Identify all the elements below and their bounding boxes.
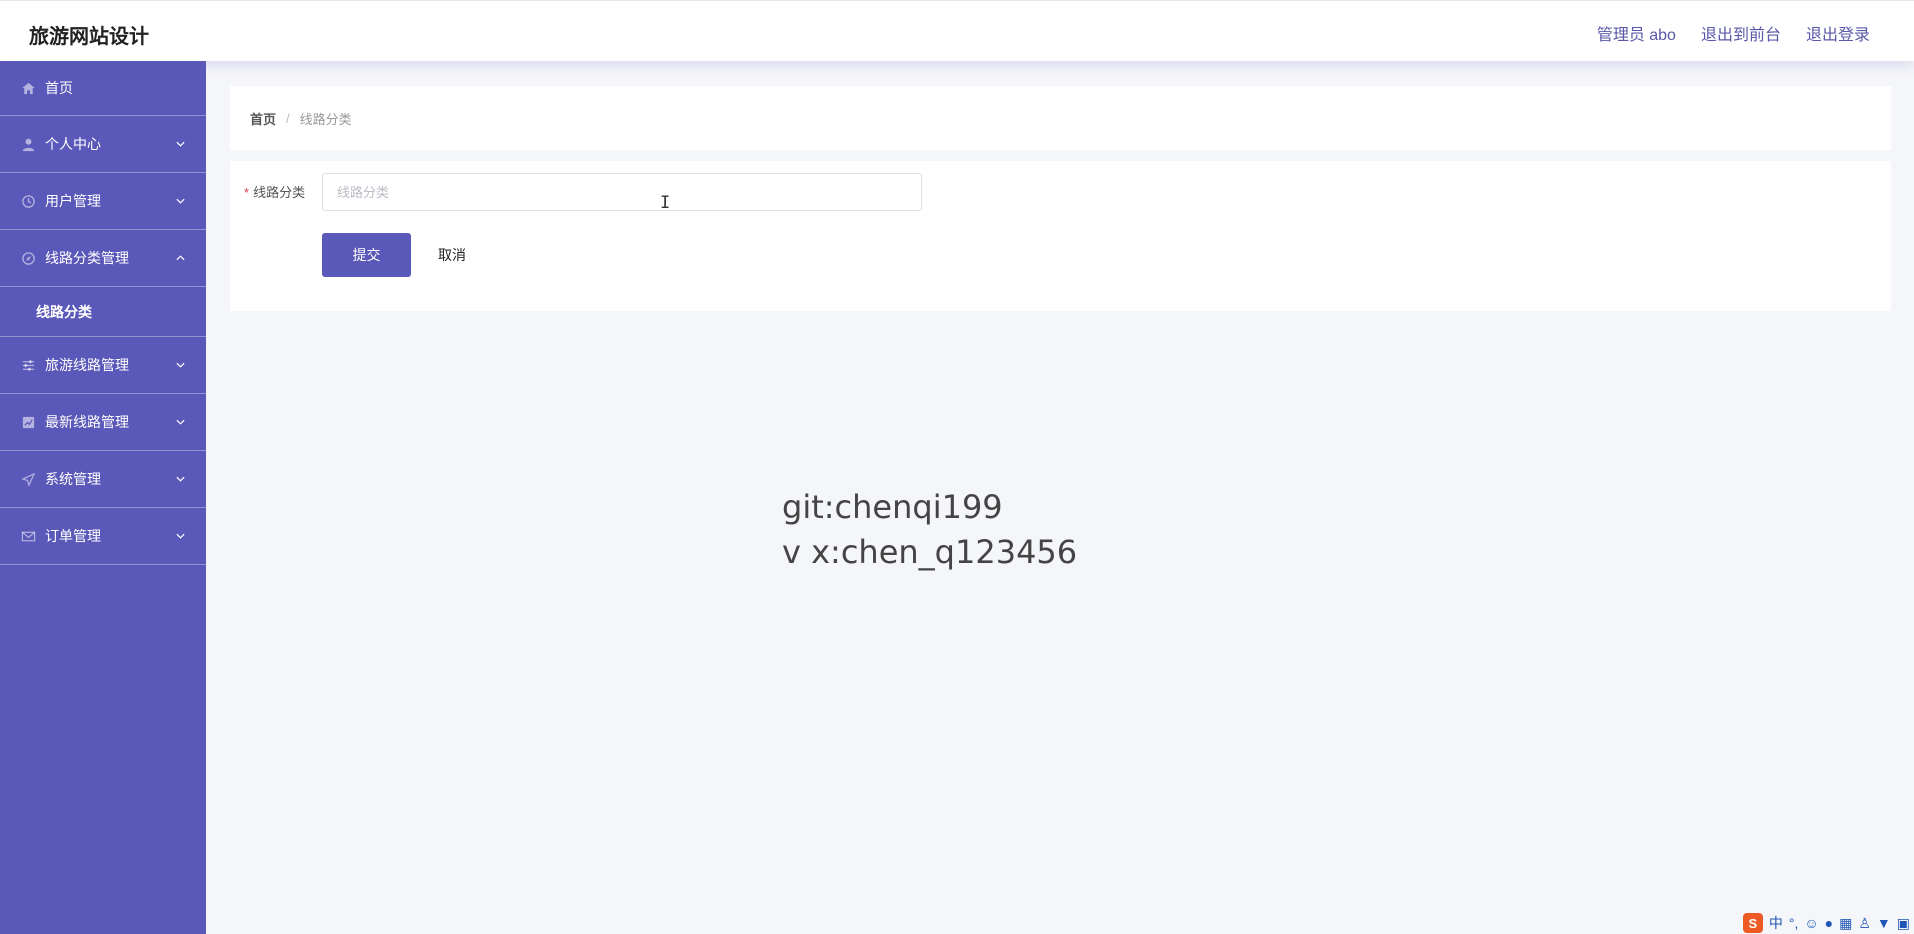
route-category-form: *线路分类 I 提交 取消: [230, 161, 1891, 311]
cancel-button[interactable]: 取消: [438, 233, 466, 277]
clock-icon: [20, 193, 36, 209]
grid-menu-icon[interactable]: ▣: [1897, 915, 1910, 932]
sidebar-item-travel-route-management[interactable]: 旅游线路管理: [0, 337, 206, 394]
sidebar-item-latest-route-management[interactable]: 最新线路管理: [0, 394, 206, 451]
route-category-input[interactable]: [322, 173, 922, 211]
chart-icon: [20, 414, 36, 430]
breadcrumb: 首页 / 线路分类: [230, 86, 1891, 150]
sidebar-item-label: 旅游线路管理: [45, 357, 129, 373]
admin-user-label[interactable]: 管理员 abo: [1597, 21, 1676, 45]
sidebar-item-user-management[interactable]: 用户管理: [0, 173, 206, 230]
chevron-down-icon: [176, 198, 185, 204]
ime-mode-label[interactable]: 中: [1769, 913, 1783, 933]
sidebar-subitem-route-category[interactable]: 线路分类: [0, 287, 206, 337]
sidebar-item-label: 首页: [45, 80, 73, 96]
header-links: 管理员 abo 退出到前台 退出登录: [1597, 21, 1870, 45]
punctuation-icon[interactable]: °,: [1789, 915, 1799, 931]
emoji-icon[interactable]: ☺: [1804, 915, 1818, 931]
mail-icon: [20, 528, 36, 544]
sogou-ime-icon[interactable]: S: [1742, 913, 1763, 933]
chevron-down-icon: [176, 476, 185, 482]
user-icon[interactable]: ♙: [1858, 915, 1871, 932]
sidebar-item-label: 线路分类管理: [45, 250, 129, 266]
chevron-down-icon: [176, 141, 185, 147]
breadcrumb-separator: /: [286, 110, 290, 126]
keyboard-icon[interactable]: ▦: [1839, 915, 1852, 932]
ime-toolbar: S 中 °, ☺ ● ▦ ♙ ▼ ▣: [1739, 912, 1914, 934]
compass-icon: [20, 250, 36, 266]
route-category-label: * 线路分类: [244, 182, 305, 201]
home-icon: [20, 80, 36, 96]
sliders-icon: [20, 357, 36, 373]
watermark-line-2: v x:chen_q123456: [782, 533, 1078, 571]
microphone-icon[interactable]: ●: [1825, 915, 1833, 931]
sidebar-item-system-management[interactable]: 系统管理: [0, 451, 206, 508]
sidebar-item-label: 最新线路管理: [45, 414, 129, 430]
breadcrumb-current: 线路分类: [299, 111, 352, 127]
text-cursor-icon: I: [660, 193, 671, 213]
sidebar-item-label: 系统管理: [45, 471, 101, 487]
watermark-line-1: git:chenqi199: [782, 488, 1003, 526]
top-header: 旅游网站设计 管理员 abo 退出到前台 退出登录: [0, 0, 1914, 61]
breadcrumb-home-link[interactable]: 首页: [250, 109, 276, 128]
chevron-down-icon: [176, 362, 185, 368]
app-title: 旅游网站设计: [29, 26, 149, 48]
logout-link[interactable]: 退出登录: [1806, 21, 1870, 45]
chevron-down-icon: [176, 419, 185, 425]
sidebar-item-order-management[interactable]: 订单管理: [0, 508, 206, 565]
sidebar-item-label: 订单管理: [45, 528, 101, 544]
sidebar-item-label: 个人中心: [45, 136, 101, 152]
sidebar: 首页 个人中心 用户管理 线路分类管理 线路分类 旅游线路管理 最新线路管理 系…: [0, 61, 206, 934]
required-mark: *: [244, 185, 250, 200]
sidebar-item-label: 用户管理: [45, 193, 101, 209]
watermark-text: git:chenqi199 v x:chen_q123456: [782, 485, 1077, 575]
chevron-down-icon: [176, 533, 185, 539]
submit-button[interactable]: 提交: [322, 233, 411, 277]
exit-to-frontend-link[interactable]: 退出到前台: [1701, 21, 1781, 45]
route-category-label-text: 线路分类: [253, 185, 306, 200]
sidebar-item-route-category-management[interactable]: 线路分类管理: [0, 230, 206, 287]
chevron-up-icon: [176, 255, 185, 261]
user-icon: [20, 136, 36, 152]
sidebar-item-personal-center[interactable]: 个人中心: [0, 116, 206, 173]
skin-icon[interactable]: ▼: [1877, 915, 1891, 931]
sidebar-item-home[interactable]: 首页: [0, 61, 206, 116]
send-icon: [20, 471, 36, 487]
